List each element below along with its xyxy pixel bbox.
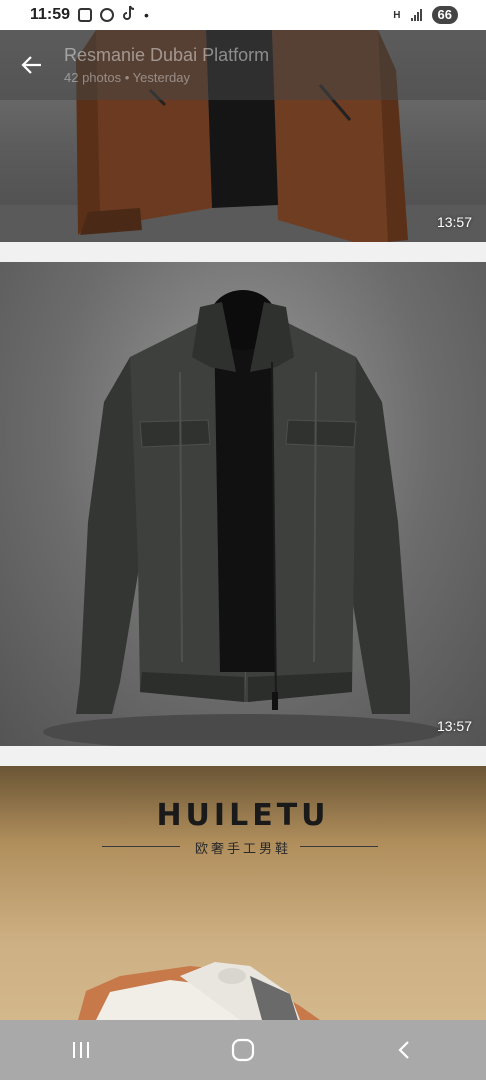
brand-name: HUILETU xyxy=(156,798,330,833)
recents-icon[interactable] xyxy=(51,1020,111,1080)
status-right: H 66 xyxy=(393,6,458,24)
brand-divider-right xyxy=(300,846,378,847)
album-subtitle: 42 photos • Yesterday xyxy=(64,70,190,85)
status-time: 11:59 xyxy=(30,6,71,23)
status-left: 11:59 • xyxy=(30,5,149,26)
photo-timestamp: 13:57 xyxy=(436,718,472,734)
signal-icon xyxy=(410,9,422,21)
dark-jacket-image xyxy=(43,290,443,746)
header-text: Resmanie Dubai Platform 42 photos • Yest… xyxy=(64,45,269,85)
photo-dark-leather-jacket[interactable]: 13:57 xyxy=(0,262,486,746)
whatsapp-icon xyxy=(100,8,115,22)
battery-indicator: 66 xyxy=(431,6,458,24)
network-type: H xyxy=(393,9,401,21)
back-icon[interactable] xyxy=(375,1020,435,1080)
app-header: Resmanie Dubai Platform 42 photos • Yest… xyxy=(0,30,486,100)
status-bar: 11:59 • H 66 xyxy=(0,0,486,30)
screenshot-icon xyxy=(78,8,93,22)
back-arrow-icon[interactable] xyxy=(18,51,46,79)
brand-subtitle: 欧奢手工男鞋 xyxy=(194,841,291,856)
notification-dot: • xyxy=(144,7,149,23)
tiktok-icon xyxy=(122,5,136,26)
photo-huiletu-shoe-box[interactable]: HUILETU 欧奢手工男鞋 xyxy=(0,766,486,1020)
photo-timestamp: 13:57 xyxy=(436,214,472,230)
home-icon[interactable] xyxy=(213,1020,273,1080)
album-title: Resmanie Dubai Platform xyxy=(64,45,270,65)
navigation-bar xyxy=(0,1020,486,1080)
